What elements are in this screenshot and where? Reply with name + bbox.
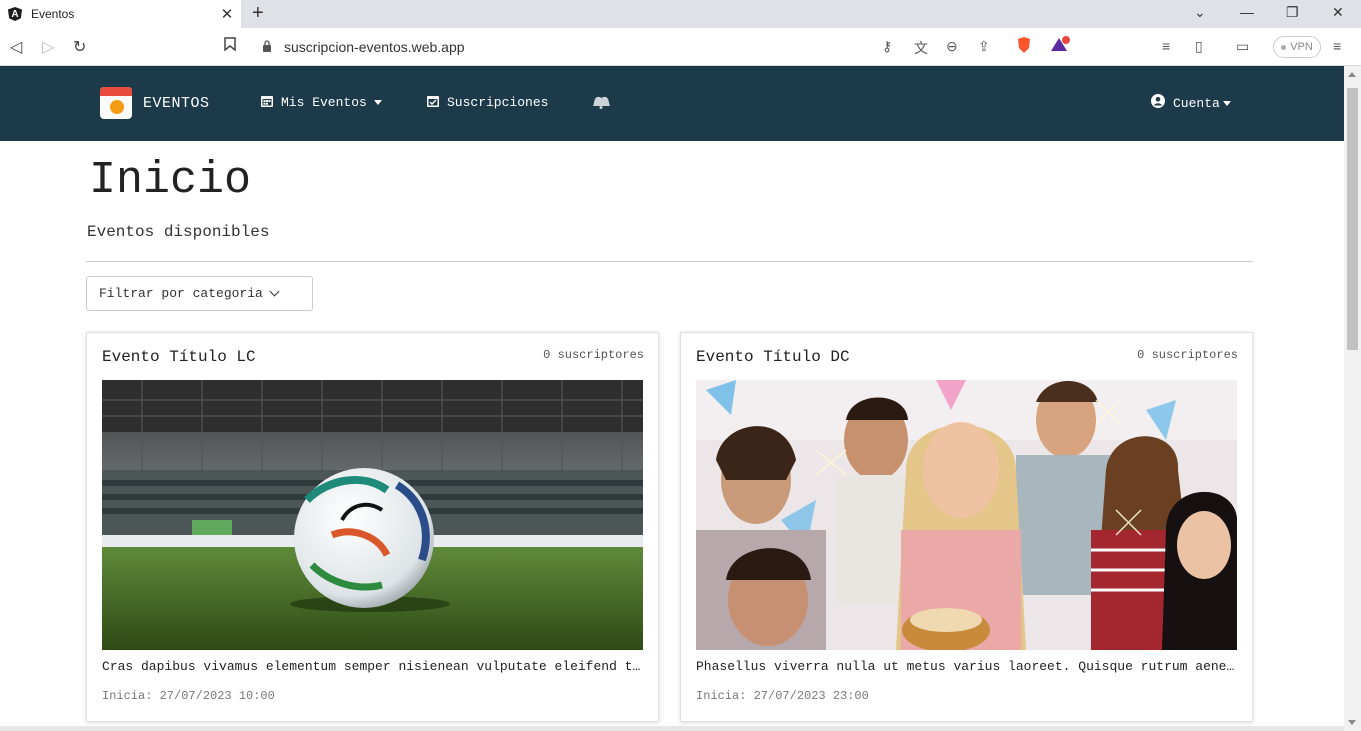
lock-icon	[262, 39, 272, 55]
restore-button[interactable]: ❐	[1286, 4, 1299, 21]
divider	[86, 261, 1253, 262]
url-text: suscripcion-eventos.web.app	[284, 39, 465, 55]
vpn-label: VPN	[1290, 41, 1313, 53]
calendar-icon	[261, 94, 273, 111]
nav-suscripciones[interactable]: Suscripciones	[427, 94, 548, 111]
angular-icon: A	[8, 7, 22, 21]
translate-icon[interactable]: 文	[914, 38, 928, 58]
scrollbar-thumb[interactable]	[1347, 88, 1358, 350]
event-card[interactable]: Evento Título DC 0 suscriptores Phasellu…	[680, 332, 1253, 722]
user-circle-icon	[1151, 94, 1165, 112]
close-window-button[interactable]: ✕	[1332, 4, 1344, 21]
event-description: Cras dapibus vivamus elementum semper ni…	[102, 659, 643, 674]
nav-mis-eventos-label: Mis Eventos	[281, 95, 367, 110]
horizontal-scrollbar[interactable]	[0, 726, 1344, 731]
new-tab-button[interactable]: +	[252, 2, 264, 25]
vpn-status-dot-icon	[1281, 44, 1287, 50]
sidebar-icon[interactable]: ▯	[1195, 38, 1203, 55]
page-title: Inicio	[89, 155, 252, 206]
tab-title: Eventos	[31, 7, 75, 21]
event-title[interactable]: Evento Título DC	[696, 348, 850, 366]
browser-tab-bar: A Eventos ✕ + ⌄ — ❐ ✕	[0, 0, 1361, 28]
vpn-button[interactable]: VPN	[1273, 36, 1321, 58]
back-icon[interactable]: ◁	[10, 37, 22, 57]
event-start-date: Inicia: 27/07/2023 23:00	[696, 689, 869, 703]
calendar-logo-icon	[100, 87, 132, 119]
calendar-check-icon	[427, 94, 439, 111]
zoom-out-icon[interactable]: ⊖	[946, 38, 958, 55]
event-image-party[interactable]	[696, 380, 1237, 650]
key-icon[interactable]: ⚷	[882, 38, 892, 55]
subscriber-count: 0 suscriptores	[1137, 348, 1238, 362]
vertical-scrollbar[interactable]	[1344, 66, 1361, 731]
bookmark-icon[interactable]	[224, 37, 236, 56]
menu-icon[interactable]: ≡	[1333, 38, 1341, 54]
minimize-button[interactable]: —	[1240, 4, 1254, 20]
app-navbar: EVENTOS Mis Eventos Suscripciones Cuenta	[0, 66, 1344, 141]
category-filter-label: Filtrar por categoria	[99, 286, 263, 301]
browser-toolbar: ◁ ▷ ↻ suscripcion-eventos.web.app ⚷ 文 ⊖ …	[0, 28, 1361, 66]
tab-search-icon[interactable]: ⌄	[1194, 4, 1206, 21]
nav-cuenta[interactable]: Cuenta	[1151, 94, 1231, 112]
nav-notifications[interactable]	[590, 93, 612, 113]
playlist-icon[interactable]: ≡	[1162, 38, 1170, 54]
nav-cuenta-label: Cuenta	[1173, 95, 1220, 111]
nav-mis-eventos[interactable]: Mis Eventos	[261, 94, 382, 111]
event-start-date: Inicia: 27/07/2023 10:00	[102, 689, 275, 703]
chevron-down-icon	[269, 286, 280, 297]
brand-text: EVENTOS	[143, 94, 210, 112]
subscriber-count: 0 suscriptores	[543, 348, 644, 362]
event-description: Phasellus viverra nulla ut metus varius …	[696, 659, 1237, 674]
brand-link[interactable]: EVENTOS	[100, 87, 210, 119]
caret-down-icon	[373, 100, 382, 105]
category-filter-dropdown[interactable]: Filtrar por categoria	[86, 276, 313, 311]
event-image-soccer[interactable]	[102, 380, 643, 650]
bells-icon	[590, 93, 612, 113]
wallet-icon[interactable]: ▭	[1236, 38, 1249, 55]
brave-rewards-icon[interactable]	[1050, 36, 1070, 55]
forward-icon[interactable]: ▷	[42, 37, 54, 57]
event-card[interactable]: Evento Título LC 0 suscriptores Cras dap…	[86, 332, 659, 722]
brave-shield-icon[interactable]	[1016, 36, 1032, 57]
scroll-down-icon[interactable]	[1348, 720, 1356, 725]
share-icon[interactable]: ⇪	[978, 38, 990, 55]
caret-down-icon	[1222, 100, 1231, 106]
nav-suscripciones-label: Suscripciones	[447, 95, 549, 110]
scroll-up-icon[interactable]	[1348, 72, 1356, 77]
browser-tab[interactable]: A Eventos ✕	[0, 0, 241, 28]
tab-close-icon[interactable]: ✕	[217, 5, 237, 23]
page-subtitle: Eventos disponibles	[87, 223, 270, 241]
reload-icon[interactable]: ↻	[73, 37, 86, 57]
event-title[interactable]: Evento Título LC	[102, 348, 256, 366]
